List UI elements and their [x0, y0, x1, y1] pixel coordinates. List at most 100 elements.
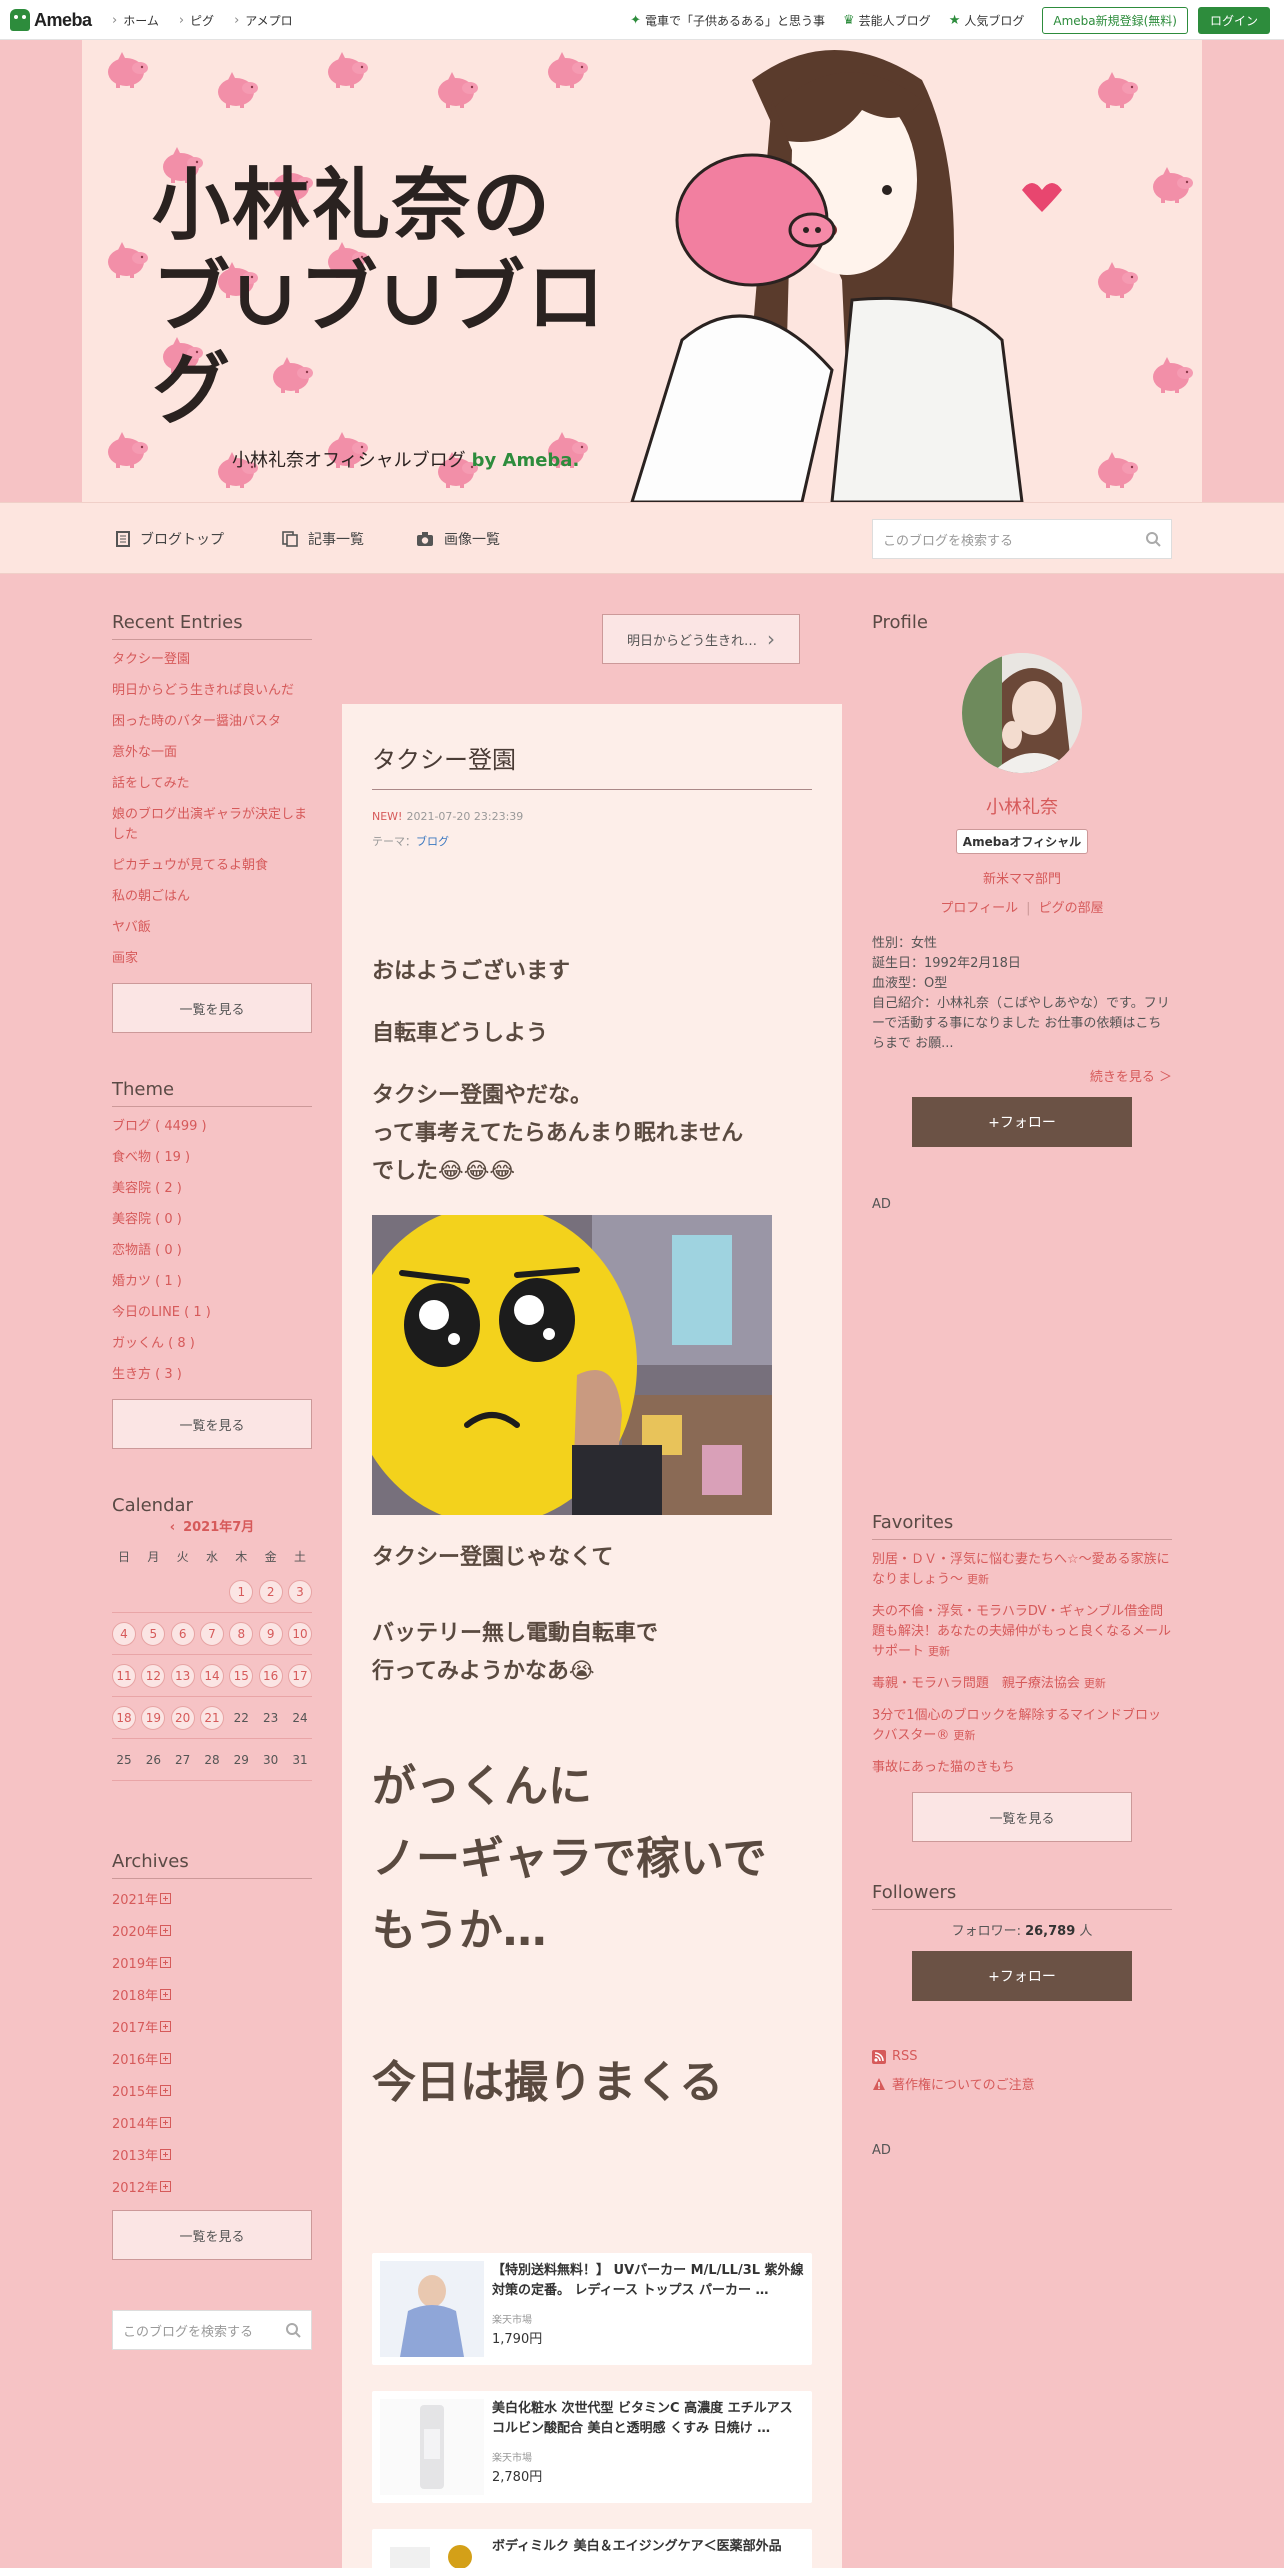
calendar-day[interactable]: 18 — [112, 1705, 136, 1730]
calendar-day[interactable]: 12 — [141, 1663, 166, 1688]
archive-year[interactable]: 2015年 — [112, 2081, 312, 2100]
archive-year[interactable]: 2019年 — [112, 1953, 312, 1972]
calendar-day[interactable]: 1 — [229, 1579, 254, 1604]
calendar-day[interactable]: 10 — [287, 1621, 312, 1646]
calendar-day[interactable]: 16 — [258, 1663, 283, 1688]
profile-genre-link[interactable]: 新米ママ部門 — [872, 868, 1172, 887]
expand-plus-icon[interactable] — [160, 2181, 172, 2192]
expand-plus-icon[interactable] — [160, 1957, 172, 1968]
copyright-notice-link[interactable]: 著作権についてのご注意 — [872, 2074, 1172, 2093]
recent-entry-link[interactable]: 画家 — [112, 949, 312, 969]
expand-plus-icon[interactable] — [160, 2117, 172, 2128]
favorites-more-button[interactable]: 一覧を見る — [912, 1792, 1132, 1842]
calendar-day[interactable]: 14 — [199, 1663, 224, 1688]
theme-more-button[interactable]: 一覧を見る — [112, 1399, 312, 1449]
topic-link[interactable]: ✦ 電車で「子供あるある」と思う事 — [630, 12, 825, 29]
calendar-day[interactable]: 9 — [258, 1621, 283, 1646]
recent-entry-link[interactable]: 娘のブログ出演ギャラが決定しました — [112, 805, 312, 845]
favorite-blog-link[interactable]: 夫の不倫・浮気・モラハラDV・ギャンブル借金問題も解決！あなたの夫婦仲がもっと良… — [872, 1602, 1172, 1662]
calendar-prev-icon[interactable]: ‹ — [170, 1520, 175, 1535]
theme-link[interactable]: 今日のLINE ( 1 ) — [112, 1303, 312, 1323]
expand-plus-icon[interactable] — [160, 1893, 172, 1904]
theme-link[interactable]: 美容院 ( 0 ) — [112, 1210, 312, 1230]
expand-plus-icon[interactable] — [160, 2149, 172, 2160]
entry-title[interactable]: タクシー登園 — [372, 740, 812, 790]
blog-search-input[interactable]: このブログを検索する — [872, 519, 1172, 559]
calendar-day[interactable]: 20 — [170, 1705, 195, 1730]
product-card[interactable]: ボディミルク 美白＆エイジングケア＜医薬部外品 — [372, 2529, 812, 2568]
product-card[interactable]: 美白化粧水 次世代型 ビタミンC 高濃度 エチルアスコルビン酸配合 美白と透明感… — [372, 2391, 812, 2503]
archive-year[interactable]: 2014年 — [112, 2113, 312, 2132]
recent-more-button[interactable]: 一覧を見る — [112, 983, 312, 1033]
calendar-day[interactable]: 19 — [141, 1705, 166, 1730]
popular-blog-link[interactable]: ★ 人気ブログ — [949, 12, 1025, 29]
favorite-blog-link[interactable]: 別居・ＤＶ・浮気に悩む妻たちへ☆～愛ある家族になりましょう～ 更新 — [872, 1550, 1172, 1590]
celebrity-blog-link[interactable]: ♛ 芸能人ブログ — [843, 12, 931, 29]
archive-year[interactable]: 2021年 — [112, 1889, 312, 1908]
theme-link[interactable]: ガッくん ( 8 ) — [112, 1334, 312, 1354]
archives-more-button[interactable]: 一覧を見る — [112, 2210, 312, 2260]
calendar-day[interactable]: 6 — [170, 1621, 195, 1646]
calendar-day[interactable]: 5 — [141, 1621, 166, 1646]
calendar-day[interactable]: 21 — [199, 1705, 224, 1730]
archive-year[interactable]: 2012年 — [112, 2177, 312, 2196]
follow-button-2[interactable]: +フォロー — [912, 1951, 1132, 2001]
recent-entry-link[interactable]: 困った時のバター醤油パスタ — [112, 712, 312, 732]
topbar-amepro-link[interactable]: アメプロ — [234, 12, 292, 29]
entry-photo[interactable] — [372, 1215, 772, 1515]
archive-year[interactable]: 2016年 — [112, 2049, 312, 2068]
expand-plus-icon[interactable] — [160, 1989, 172, 2000]
sidebar-search-input[interactable]: このブログを検索する — [112, 2310, 312, 2350]
pig-room-link[interactable]: ピグの部屋 — [1039, 901, 1104, 916]
recent-entry-link[interactable]: 意外な一面 — [112, 743, 312, 763]
theme-link[interactable]: 恋物語 ( 0 ) — [112, 1241, 312, 1261]
theme-link[interactable]: ブログ ( 4499 ) — [112, 1117, 312, 1137]
theme-link[interactable]: 婚カツ ( 1 ) — [112, 1272, 312, 1292]
recent-entry-link[interactable]: ヤバ飯 — [112, 918, 312, 938]
calendar-day[interactable]: 15 — [229, 1663, 254, 1688]
calendar-day[interactable]: 13 — [170, 1663, 195, 1688]
product-card[interactable]: 【特別送料無料！】 UVパーカー M/L/LL/3L 紫外線対策の定番。 レディ… — [372, 2253, 812, 2365]
favorite-blog-link[interactable]: 事故にあった猫のきもち — [872, 1758, 1172, 1778]
theme-link[interactable]: 美容院 ( 2 ) — [112, 1179, 312, 1199]
register-button[interactable]: Ameba新規登録(無料) — [1042, 6, 1188, 34]
profile-link[interactable]: プロフィール — [940, 901, 1018, 916]
recent-entry-link[interactable]: タクシー登園 — [112, 650, 312, 670]
calendar-day[interactable]: 3 — [287, 1579, 312, 1604]
theme-link[interactable]: 食べ物 ( 19 ) — [112, 1148, 312, 1168]
expand-plus-icon[interactable] — [160, 2053, 172, 2064]
blog-header-banner[interactable]: 小林礼奈の ブ∪ブ∪ブログ 小林礼奈オフィシャルブログ by Ameba. — [82, 40, 1202, 502]
expand-plus-icon[interactable] — [160, 1925, 172, 1936]
calendar-day[interactable]: 17 — [287, 1663, 312, 1688]
product-name[interactable]: ボディミルク 美白＆エイジングケア＜医薬部外品 — [492, 2537, 804, 2568]
calendar-day[interactable]: 4 — [112, 1621, 136, 1646]
profile-avatar[interactable] — [962, 653, 1082, 773]
archive-year[interactable]: 2013年 — [112, 2145, 312, 2164]
previous-entry-button[interactable]: 明日からどう生きれ… › — [602, 614, 800, 664]
calendar-day[interactable]: 7 — [199, 1621, 224, 1646]
recent-entry-link[interactable]: ピカチュウが見てるよ朝食 — [112, 856, 312, 876]
archive-year[interactable]: 2018年 — [112, 1985, 312, 2004]
image-list-link[interactable]: 画像一覧 — [416, 529, 500, 549]
calendar-day[interactable]: 2 — [258, 1579, 283, 1604]
follow-button[interactable]: +フォロー — [912, 1097, 1132, 1147]
recent-entry-link[interactable]: 私の朝ごはん — [112, 887, 312, 907]
product-name[interactable]: 【特別送料無料！】 UVパーカー M/L/LL/3L 紫外線対策の定番。 レディ… — [492, 2261, 804, 2303]
favorite-blog-link[interactable]: 3分で1個心のブロックを解除するマインドブロックバスター® 更新 — [872, 1706, 1172, 1746]
search-icon[interactable] — [1145, 531, 1161, 547]
recent-entry-link[interactable]: 明日からどう生きれば良いんだ — [112, 681, 312, 701]
login-button[interactable]: ログイン — [1197, 6, 1270, 34]
ameba-logo[interactable]: Ameba — [10, 8, 92, 32]
profile-more-link[interactable]: 続きを見る ＞ — [872, 1066, 1172, 1085]
blog-top-link[interactable]: ブログトップ — [116, 529, 224, 549]
archive-year[interactable]: 2017年 — [112, 2017, 312, 2036]
topbar-pigg-link[interactable]: ピグ — [179, 12, 214, 29]
entry-theme-link[interactable]: ブログ — [416, 835, 449, 848]
entry-list-link[interactable]: 記事一覧 — [282, 529, 364, 549]
recent-entry-link[interactable]: 話をしてみた — [112, 774, 312, 794]
archive-year[interactable]: 2020年 — [112, 1921, 312, 1940]
profile-name[interactable]: 小林礼奈 — [872, 793, 1172, 819]
rss-link[interactable]: RSS — [872, 2049, 1172, 2064]
favorite-blog-link[interactable]: 毒親・モラハラ問題 親子療法協会 更新 — [872, 1674, 1172, 1694]
expand-plus-icon[interactable] — [160, 2085, 172, 2096]
